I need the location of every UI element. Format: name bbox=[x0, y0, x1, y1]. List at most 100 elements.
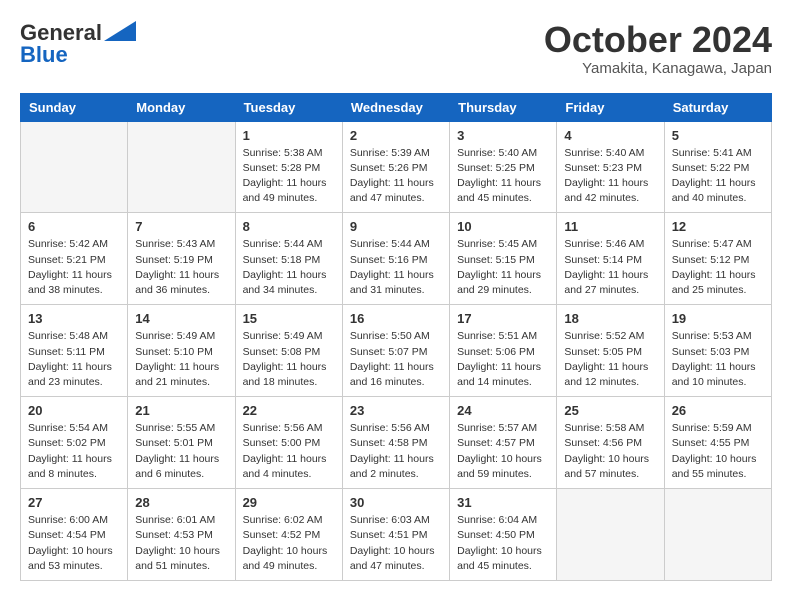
day-number: 12 bbox=[672, 219, 764, 234]
calendar-cell: 19 Sunrise: 5:53 AMSunset: 5:03 PMDayligh… bbox=[664, 305, 771, 397]
month-title: October 2024 bbox=[544, 20, 772, 60]
calendar-week-4: 20 Sunrise: 5:54 AMSunset: 5:02 PMDayligh… bbox=[21, 397, 772, 489]
day-number: 18 bbox=[564, 311, 656, 326]
logo: General Blue bbox=[20, 20, 136, 68]
day-info: Sunrise: 6:00 AMSunset: 4:54 PMDaylight:… bbox=[28, 513, 120, 574]
day-info: Sunrise: 5:50 AMSunset: 5:07 PMDaylight:… bbox=[350, 329, 442, 390]
calendar-header-row: SundayMondayTuesdayWednesdayThursdayFrid… bbox=[21, 93, 772, 121]
day-number: 19 bbox=[672, 311, 764, 326]
calendar-cell: 30 Sunrise: 6:03 AMSunset: 4:51 PMDayligh… bbox=[342, 489, 449, 581]
day-info: Sunrise: 6:01 AMSunset: 4:53 PMDaylight:… bbox=[135, 513, 227, 574]
logo-blue: Blue bbox=[20, 42, 68, 68]
day-number: 8 bbox=[243, 219, 335, 234]
day-number: 5 bbox=[672, 128, 764, 143]
calendar-cell: 16 Sunrise: 5:50 AMSunset: 5:07 PMDayligh… bbox=[342, 305, 449, 397]
calendar-cell: 20 Sunrise: 5:54 AMSunset: 5:02 PMDayligh… bbox=[21, 397, 128, 489]
calendar-cell: 18 Sunrise: 5:52 AMSunset: 5:05 PMDayligh… bbox=[557, 305, 664, 397]
calendar-cell: 21 Sunrise: 5:55 AMSunset: 5:01 PMDayligh… bbox=[128, 397, 235, 489]
day-info: Sunrise: 5:47 AMSunset: 5:12 PMDaylight:… bbox=[672, 237, 764, 298]
day-info: Sunrise: 5:56 AMSunset: 5:00 PMDaylight:… bbox=[243, 421, 335, 482]
day-info: Sunrise: 5:39 AMSunset: 5:26 PMDaylight:… bbox=[350, 146, 442, 207]
day-info: Sunrise: 5:53 AMSunset: 5:03 PMDaylight:… bbox=[672, 329, 764, 390]
day-number: 14 bbox=[135, 311, 227, 326]
day-number: 6 bbox=[28, 219, 120, 234]
calendar-week-5: 27 Sunrise: 6:00 AMSunset: 4:54 PMDayligh… bbox=[21, 489, 772, 581]
calendar-cell: 15Sunrise: 5:49 AMSunset: 5:08 PMDayligh… bbox=[235, 305, 342, 397]
day-info: Sunrise: 5:40 AMSunset: 5:25 PMDaylight:… bbox=[457, 146, 549, 207]
calendar-cell: 5 Sunrise: 5:41 AMSunset: 5:22 PMDaylight… bbox=[664, 121, 771, 213]
col-header-monday: Monday bbox=[128, 93, 235, 121]
day-number: 25 bbox=[564, 403, 656, 418]
calendar-cell: 11 Sunrise: 5:46 AMSunset: 5:14 PMDayligh… bbox=[557, 213, 664, 305]
calendar-cell: 12 Sunrise: 5:47 AMSunset: 5:12 PMDayligh… bbox=[664, 213, 771, 305]
calendar-cell: 9 Sunrise: 5:44 AMSunset: 5:16 PMDaylight… bbox=[342, 213, 449, 305]
calendar-cell: 25Sunrise: 5:58 AMSunset: 4:56 PMDayligh… bbox=[557, 397, 664, 489]
calendar-cell: 14 Sunrise: 5:49 AMSunset: 5:10 PMDayligh… bbox=[128, 305, 235, 397]
day-info: Sunrise: 5:49 AMSunset: 5:08 PMDaylight:… bbox=[243, 329, 335, 390]
calendar-cell: 4Sunrise: 5:40 AMSunset: 5:23 PMDaylight… bbox=[557, 121, 664, 213]
calendar-cell: 29 Sunrise: 6:02 AMSunset: 4:52 PMDayligh… bbox=[235, 489, 342, 581]
calendar-cell: 28 Sunrise: 6:01 AMSunset: 4:53 PMDayligh… bbox=[128, 489, 235, 581]
day-info: Sunrise: 5:44 AMSunset: 5:18 PMDaylight:… bbox=[243, 237, 335, 298]
calendar-cell: 7Sunrise: 5:43 AMSunset: 5:19 PMDaylight… bbox=[128, 213, 235, 305]
day-info: Sunrise: 6:02 AMSunset: 4:52 PMDaylight:… bbox=[243, 513, 335, 574]
day-number: 30 bbox=[350, 495, 442, 510]
calendar-cell: 27 Sunrise: 6:00 AMSunset: 4:54 PMDayligh… bbox=[21, 489, 128, 581]
day-number: 16 bbox=[350, 311, 442, 326]
day-info: Sunrise: 6:04 AMSunset: 4:50 PMDaylight:… bbox=[457, 513, 549, 574]
day-info: Sunrise: 5:57 AMSunset: 4:57 PMDaylight:… bbox=[457, 421, 549, 482]
calendar-cell: 6 Sunrise: 5:42 AMSunset: 5:21 PMDaylight… bbox=[21, 213, 128, 305]
day-number: 3 bbox=[457, 128, 549, 143]
calendar-cell: 22 Sunrise: 5:56 AMSunset: 5:00 PMDayligh… bbox=[235, 397, 342, 489]
day-number: 26 bbox=[672, 403, 764, 418]
day-number: 20 bbox=[28, 403, 120, 418]
calendar-week-2: 6 Sunrise: 5:42 AMSunset: 5:21 PMDaylight… bbox=[21, 213, 772, 305]
col-header-thursday: Thursday bbox=[450, 93, 557, 121]
day-info: Sunrise: 5:40 AMSunset: 5:23 PMDaylight:… bbox=[564, 146, 656, 207]
calendar-cell: 1Sunrise: 5:38 AMSunset: 5:28 PMDaylight… bbox=[235, 121, 342, 213]
day-info: Sunrise: 5:48 AMSunset: 5:11 PMDaylight:… bbox=[28, 329, 120, 390]
day-number: 7 bbox=[135, 219, 227, 234]
day-number: 17 bbox=[457, 311, 549, 326]
calendar-cell: 23Sunrise: 5:56 AMSunset: 4:58 PMDayligh… bbox=[342, 397, 449, 489]
day-number: 11 bbox=[564, 219, 656, 234]
calendar-cell: 31 Sunrise: 6:04 AMSunset: 4:50 PMDayligh… bbox=[450, 489, 557, 581]
day-number: 27 bbox=[28, 495, 120, 510]
day-info: Sunrise: 5:56 AMSunset: 4:58 PMDaylight:… bbox=[350, 421, 442, 482]
calendar-week-1: 1Sunrise: 5:38 AMSunset: 5:28 PMDaylight… bbox=[21, 121, 772, 213]
day-info: Sunrise: 5:49 AMSunset: 5:10 PMDaylight:… bbox=[135, 329, 227, 390]
calendar-cell bbox=[557, 489, 664, 581]
calendar-cell bbox=[21, 121, 128, 213]
day-info: Sunrise: 5:41 AMSunset: 5:22 PMDaylight:… bbox=[672, 146, 764, 207]
day-info: Sunrise: 5:46 AMSunset: 5:14 PMDaylight:… bbox=[564, 237, 656, 298]
day-number: 21 bbox=[135, 403, 227, 418]
calendar-cell: 24 Sunrise: 5:57 AMSunset: 4:57 PMDayligh… bbox=[450, 397, 557, 489]
day-number: 22 bbox=[243, 403, 335, 418]
day-info: Sunrise: 5:55 AMSunset: 5:01 PMDaylight:… bbox=[135, 421, 227, 482]
col-header-saturday: Saturday bbox=[664, 93, 771, 121]
day-number: 24 bbox=[457, 403, 549, 418]
day-info: Sunrise: 6:03 AMSunset: 4:51 PMDaylight:… bbox=[350, 513, 442, 574]
calendar-cell bbox=[664, 489, 771, 581]
day-info: Sunrise: 5:44 AMSunset: 5:16 PMDaylight:… bbox=[350, 237, 442, 298]
day-info: Sunrise: 5:52 AMSunset: 5:05 PMDaylight:… bbox=[564, 329, 656, 390]
day-number: 28 bbox=[135, 495, 227, 510]
col-header-sunday: Sunday bbox=[21, 93, 128, 121]
day-number: 31 bbox=[457, 495, 549, 510]
calendar-cell: 13Sunrise: 5:48 AMSunset: 5:11 PMDayligh… bbox=[21, 305, 128, 397]
day-number: 2 bbox=[350, 128, 442, 143]
day-info: Sunrise: 5:54 AMSunset: 5:02 PMDaylight:… bbox=[28, 421, 120, 482]
calendar-cell: 26 Sunrise: 5:59 AMSunset: 4:55 PMDayligh… bbox=[664, 397, 771, 489]
day-number: 10 bbox=[457, 219, 549, 234]
calendar-cell: 10Sunrise: 5:45 AMSunset: 5:15 PMDayligh… bbox=[450, 213, 557, 305]
calendar-cell: 8 Sunrise: 5:44 AMSunset: 5:18 PMDaylight… bbox=[235, 213, 342, 305]
day-info: Sunrise: 5:42 AMSunset: 5:21 PMDaylight:… bbox=[28, 237, 120, 298]
calendar-cell bbox=[128, 121, 235, 213]
logo-icon bbox=[104, 21, 136, 41]
calendar-cell: 3 Sunrise: 5:40 AMSunset: 5:25 PMDaylight… bbox=[450, 121, 557, 213]
day-number: 9 bbox=[350, 219, 442, 234]
page-header: General Blue October 2024 Yamakita, Kana… bbox=[20, 20, 772, 77]
calendar-cell: 17Sunrise: 5:51 AMSunset: 5:06 PMDayligh… bbox=[450, 305, 557, 397]
day-number: 29 bbox=[243, 495, 335, 510]
day-info: Sunrise: 5:59 AMSunset: 4:55 PMDaylight:… bbox=[672, 421, 764, 482]
